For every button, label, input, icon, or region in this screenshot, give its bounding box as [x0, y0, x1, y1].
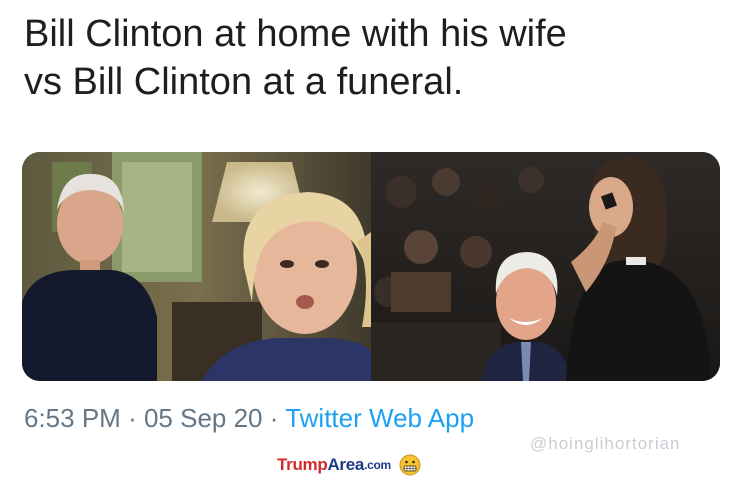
tweet-media[interactable] — [22, 152, 720, 381]
logo-text-com: .com — [364, 458, 391, 472]
tweet-date[interactable]: 05 Sep 20 — [144, 403, 263, 433]
logo-text-trump: Trump — [277, 455, 328, 474]
media-photo-right[interactable] — [371, 152, 720, 381]
site-logo[interactable]: Trump Area .com — [277, 453, 421, 477]
tweet-text-line-1: Bill Clinton at home with his wife — [24, 13, 567, 55]
logo-text-area: Area — [327, 455, 365, 474]
media-photo-left[interactable] — [22, 152, 371, 381]
meta-separator: · — [128, 403, 137, 433]
faint-watermark: @hoinglihortorian — [530, 434, 681, 453]
tweet-source-link[interactable]: Twitter Web App — [285, 403, 474, 433]
tweet-time[interactable]: 6:53 PM — [24, 403, 121, 433]
meta-separator: · — [269, 403, 279, 433]
tweet-meta: 6:53 PM · 05 Sep 20 · Twitter Web App — [24, 403, 474, 434]
grimace-face-icon — [399, 454, 421, 476]
tweet-text: Bill Clinton at home with his wife vs Bi… — [24, 10, 724, 106]
tweet-text-line-2: vs Bill Clinton at a funeral. — [24, 61, 464, 103]
